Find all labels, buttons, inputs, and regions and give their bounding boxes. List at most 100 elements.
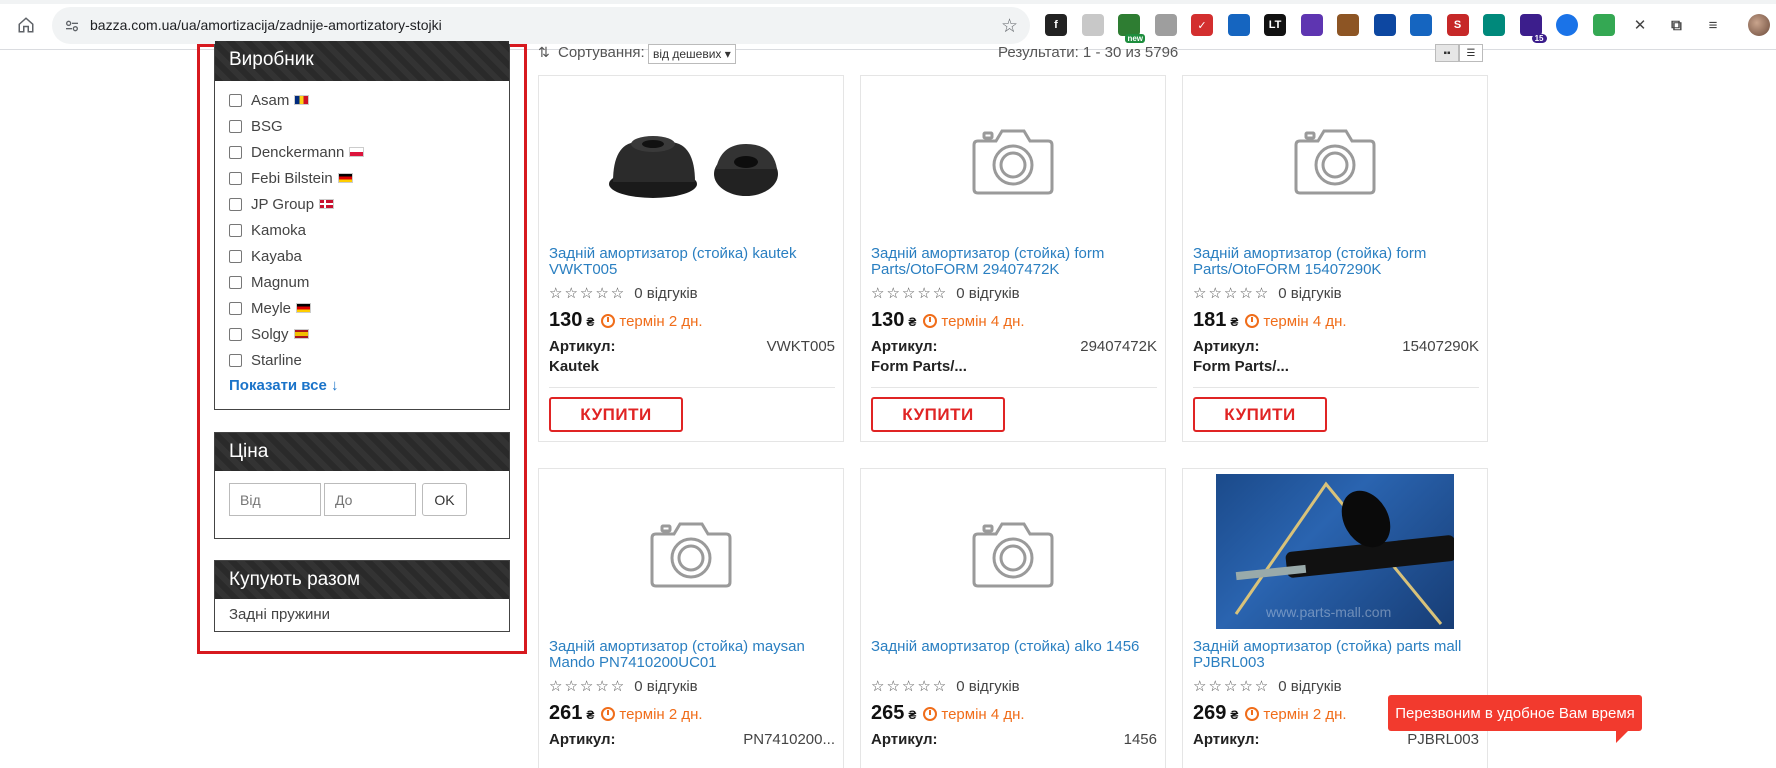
home-badge-icon[interactable]: 15 [1519, 14, 1547, 43]
manufacturer-checkbox[interactable] [229, 171, 242, 185]
reviews-count[interactable]: 0 відгуків [956, 285, 1019, 302]
profile-avatar[interactable] [1748, 14, 1770, 36]
bought-together-item[interactable]: Задні пружини [215, 599, 509, 630]
bookmark-star-icon[interactable]: ☆ [1001, 15, 1018, 38]
manufacturer-option[interactable]: Starline [229, 347, 495, 373]
address-bar[interactable]: bazza.com.ua/ua/amortizacija/zadnije-amo… [52, 7, 1030, 44]
product-title-link[interactable]: Задній амортизатор (стойка) parts mall P… [1193, 639, 1479, 671]
sort-select[interactable]: від дешевих ▾ [648, 44, 736, 64]
manufacturer-option[interactable]: Denckermann [229, 139, 495, 165]
manufacturer-checkbox[interactable] [229, 197, 242, 211]
product-image[interactable] [861, 76, 1165, 241]
manufacturer-checkbox[interactable] [229, 353, 242, 367]
reviews-count[interactable]: 0 відгуків [634, 678, 697, 695]
product-rating[interactable]: ☆☆☆☆☆ 0 відгуків [871, 284, 1020, 303]
manufacturer-option[interactable]: Kayaba [229, 243, 495, 269]
reviews-count[interactable]: 0 відгуків [956, 678, 1019, 695]
reviews-count[interactable]: 0 відгуків [1278, 285, 1341, 302]
frame-icon[interactable] [1483, 14, 1505, 36]
star-rating-icons[interactable]: ☆☆☆☆☆ [1193, 677, 1270, 695]
manufacturer-checkbox[interactable] [229, 249, 242, 263]
product-card[interactable]: Задній амортизатор (стойка) form Parts/O… [1182, 75, 1488, 442]
manufacturer-option[interactable]: Magnum [229, 269, 495, 295]
playlist-icon[interactable]: ≡ [1702, 14, 1724, 36]
cookie-icon[interactable] [1337, 14, 1359, 36]
product-card[interactable]: Задній амортизатор (стойка) maysan Mando… [538, 468, 844, 768]
scissors-icon[interactable] [1227, 14, 1250, 36]
product-image[interactable]: www.parts-mall.com [1183, 469, 1487, 634]
manufacturer-option[interactable]: Meyle [229, 295, 495, 321]
at-icon[interactable] [1410, 14, 1432, 36]
puzzle-icon[interactable]: ⧉ [1666, 14, 1688, 36]
manufacturer-option[interactable]: Solgy [229, 321, 495, 347]
manufacturer-checkbox[interactable] [229, 145, 242, 159]
manufacturer-checkbox[interactable] [229, 223, 242, 237]
url-text[interactable]: bazza.com.ua/ua/amortizacija/zadnije-amo… [90, 17, 442, 33]
show-all-link[interactable]: Показати все ↓ [229, 377, 495, 394]
product-title-link[interactable]: Задній амортизатор (стойка) kautek VWKT0… [549, 246, 835, 278]
clock-icon [1245, 707, 1260, 721]
manufacturer-option[interactable]: Kamoka [229, 217, 495, 243]
manufacturer-label: Febi Bilstein [251, 169, 333, 187]
buy-button[interactable]: КУПИТИ [871, 397, 1005, 432]
star-rating-icons[interactable]: ☆☆☆☆☆ [871, 677, 948, 695]
hexagon-icon[interactable] [1373, 14, 1396, 36]
font-icon[interactable]: f [1045, 14, 1067, 36]
article-row: Артикул: 29407472K [871, 338, 1157, 355]
gear-circle-icon[interactable] [1300, 14, 1323, 36]
manufacturer-checkbox[interactable] [229, 327, 242, 341]
product-title-link[interactable]: Задній амортизатор (стойка) form Parts/O… [871, 246, 1157, 278]
lt-icon[interactable]: LT [1264, 14, 1286, 36]
article-value: 29407472K [1080, 338, 1157, 355]
product-rating[interactable]: ☆☆☆☆☆ 0 відгуків [1193, 677, 1342, 696]
product-rating[interactable]: ☆☆☆☆☆ 0 відгуків [549, 284, 698, 303]
check-icon[interactable]: ✓ [1191, 14, 1213, 36]
buy-button[interactable]: КУПИТИ [1193, 397, 1327, 432]
product-rating[interactable]: ☆☆☆☆☆ 0 відгуків [871, 677, 1020, 696]
product-card[interactable]: Задній амортизатор (стойка) form Parts/O… [860, 75, 1166, 442]
google-icon[interactable] [1592, 14, 1615, 36]
camera-icon[interactable] [1154, 14, 1177, 36]
product-rating[interactable]: ☆☆☆☆☆ 0 відгуків [1193, 284, 1342, 303]
manufacturer-checkbox[interactable] [229, 119, 242, 133]
s-icon[interactable]: S [1446, 14, 1469, 36]
x-icon[interactable]: ✕ [1629, 14, 1651, 36]
blue-dot-icon[interactable] [1556, 14, 1578, 36]
manufacturer-option[interactable]: BSG [229, 113, 495, 139]
manufacturer-option[interactable]: Asam [229, 87, 495, 113]
manufacturer-checkbox[interactable] [229, 93, 242, 107]
product-image[interactable] [861, 469, 1165, 634]
product-card[interactable]: Задній амортизатор (стойка) kautek VWKT0… [538, 75, 844, 442]
product-title-link[interactable]: Задній амортизатор (стойка) form Parts/O… [1193, 246, 1479, 278]
price-from-input[interactable] [229, 483, 321, 516]
grid-view-icon[interactable]: ▪▪ [1435, 44, 1459, 62]
callback-request-button[interactable]: Перезвоним в удобное Вам время [1388, 695, 1642, 731]
product-image[interactable] [539, 469, 843, 634]
product-image[interactable] [539, 76, 843, 241]
buy-button[interactable]: КУПИТИ [549, 397, 683, 432]
reviews-count[interactable]: 0 відгуків [1278, 678, 1341, 695]
reviews-count[interactable]: 0 відгуків [634, 285, 697, 302]
star-rating-icons[interactable]: ☆☆☆☆☆ [1193, 284, 1270, 302]
star-rating-icons[interactable]: ☆☆☆☆☆ [871, 284, 948, 302]
star-rating-icons[interactable]: ☆☆☆☆☆ [549, 677, 626, 695]
manufacturer-checkbox[interactable] [229, 301, 242, 315]
product-card[interactable]: Задній амортизатор (стойка) alko 1456 ☆☆☆… [860, 468, 1166, 768]
price-to-input[interactable] [324, 483, 416, 516]
manufacturer-option[interactable]: Febi Bilstein [229, 165, 495, 191]
android-new-icon[interactable]: new [1118, 14, 1145, 43]
leaf-icon[interactable] [1081, 14, 1104, 36]
site-info-icon[interactable] [62, 16, 82, 36]
product-title-link[interactable]: Задній амортизатор (стойка) alko 1456 [871, 639, 1157, 655]
delivery-term: термін 4 дн. [941, 706, 1025, 723]
product-title-link[interactable]: Задній амортизатор (стойка) maysan Mando… [549, 639, 835, 671]
home-icon[interactable] [14, 13, 38, 37]
manufacturer-checkbox[interactable] [229, 275, 242, 289]
list-view-icon[interactable]: ☰ [1459, 44, 1483, 62]
product-rating[interactable]: ☆☆☆☆☆ 0 відгуків [549, 677, 698, 696]
product-image[interactable] [1183, 76, 1487, 241]
manufacturer-option[interactable]: JP Group [229, 191, 495, 217]
image-watermark: www.parts-mall.com [1266, 604, 1392, 620]
price-ok-button[interactable]: OK [422, 483, 467, 516]
star-rating-icons[interactable]: ☆☆☆☆☆ [549, 284, 626, 302]
